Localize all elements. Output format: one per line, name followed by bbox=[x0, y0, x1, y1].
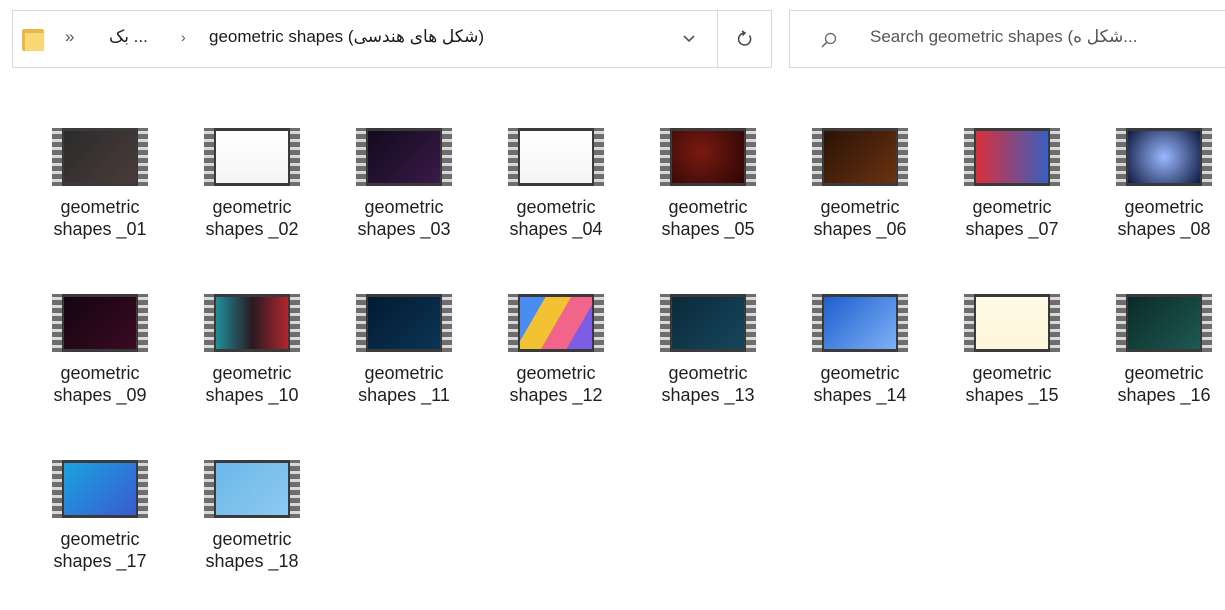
video-thumbnail bbox=[976, 131, 1048, 183]
file-name: geometric shapes _16 bbox=[1117, 363, 1211, 405]
file-item[interactable]: geometric shapes _07 bbox=[957, 128, 1087, 278]
file-item[interactable]: geometric shapes _01 bbox=[45, 128, 175, 278]
video-file-icon bbox=[52, 460, 148, 518]
breadcrumb-current-folder[interactable]: geometric shapes (شکل های هندسی) bbox=[209, 27, 484, 47]
video-thumbnail bbox=[368, 131, 440, 183]
folder-icon bbox=[22, 29, 44, 51]
video-thumbnail bbox=[824, 297, 896, 349]
video-file-icon bbox=[52, 294, 148, 352]
video-file-icon bbox=[508, 294, 604, 352]
file-name: geometric shapes _18 bbox=[205, 529, 299, 571]
video-thumbnail bbox=[672, 297, 744, 349]
video-file-icon bbox=[660, 128, 756, 186]
file-item[interactable]: geometric shapes _14 bbox=[805, 294, 935, 444]
file-item[interactable]: geometric shapes _18 bbox=[197, 460, 327, 610]
file-name: geometric shapes _17 bbox=[53, 529, 147, 571]
video-thumbnail bbox=[216, 463, 288, 515]
video-thumbnail bbox=[216, 297, 288, 349]
chevron-down-icon bbox=[683, 35, 695, 43]
video-file-icon bbox=[812, 294, 908, 352]
video-thumbnail bbox=[1128, 131, 1200, 183]
breadcrumb-separator[interactable]: › bbox=[181, 29, 186, 45]
file-name: geometric shapes _07 bbox=[965, 197, 1059, 239]
file-item[interactable]: geometric shapes _08 bbox=[1109, 128, 1225, 278]
video-file-icon bbox=[356, 294, 452, 352]
video-thumbnail bbox=[64, 131, 136, 183]
video-thumbnail bbox=[1128, 297, 1200, 349]
video-thumbnail bbox=[976, 297, 1048, 349]
file-item[interactable]: geometric shapes _11 bbox=[349, 294, 479, 444]
file-item[interactable]: geometric shapes _04 bbox=[501, 128, 631, 278]
video-file-icon bbox=[660, 294, 756, 352]
address-dropdown-button[interactable] bbox=[661, 11, 717, 67]
search-input[interactable]: Search geometric shapes (شکل ه... bbox=[870, 27, 1137, 47]
file-name: geometric shapes _14 bbox=[813, 363, 907, 405]
refresh-button[interactable] bbox=[717, 11, 772, 67]
video-thumbnail bbox=[64, 297, 136, 349]
video-file-icon bbox=[204, 128, 300, 186]
search-icon bbox=[821, 32, 837, 48]
file-item[interactable]: geometric shapes _10 bbox=[197, 294, 327, 444]
video-file-icon bbox=[964, 128, 1060, 186]
file-name: geometric shapes _15 bbox=[965, 363, 1059, 405]
video-file-icon bbox=[356, 128, 452, 186]
file-name: geometric shapes _01 bbox=[53, 197, 147, 239]
file-name: geometric shapes _05 bbox=[661, 197, 755, 239]
file-name: geometric shapes _08 bbox=[1117, 197, 1211, 239]
file-item[interactable]: geometric shapes _17 bbox=[45, 460, 175, 610]
breadcrumb[interactable]: » ... بک › geometric shapes (شکل های هند… bbox=[13, 11, 661, 67]
address-bar[interactable]: » ... بک › geometric shapes (شکل های هند… bbox=[12, 10, 772, 68]
file-name: geometric shapes _02 bbox=[205, 197, 299, 239]
file-item[interactable]: geometric shapes _06 bbox=[805, 128, 935, 278]
file-item[interactable]: geometric shapes _02 bbox=[197, 128, 327, 278]
video-thumbnail bbox=[672, 131, 744, 183]
video-thumbnail bbox=[64, 463, 136, 515]
video-thumbnail bbox=[368, 297, 440, 349]
video-thumbnail bbox=[520, 297, 592, 349]
video-thumbnail bbox=[824, 131, 896, 183]
file-item[interactable]: geometric shapes _15 bbox=[957, 294, 1087, 444]
video-thumbnail bbox=[520, 131, 592, 183]
video-file-icon bbox=[204, 460, 300, 518]
file-item[interactable]: geometric shapes _09 bbox=[45, 294, 175, 444]
video-thumbnail bbox=[216, 131, 288, 183]
file-name: geometric shapes _12 bbox=[509, 363, 603, 405]
video-file-icon bbox=[964, 294, 1060, 352]
breadcrumb-overflow-button[interactable]: » bbox=[65, 27, 75, 47]
file-item[interactable]: geometric shapes _05 bbox=[653, 128, 783, 278]
video-file-icon bbox=[1116, 128, 1212, 186]
file-name: geometric shapes _13 bbox=[661, 363, 755, 405]
file-item[interactable]: geometric shapes _16 bbox=[1109, 294, 1225, 444]
file-name: geometric shapes _10 bbox=[205, 363, 299, 405]
video-file-icon bbox=[204, 294, 300, 352]
refresh-icon bbox=[737, 30, 752, 46]
file-name: geometric shapes _03 bbox=[357, 197, 451, 239]
video-file-icon bbox=[1116, 294, 1212, 352]
file-item[interactable]: geometric shapes _03 bbox=[349, 128, 479, 278]
file-item[interactable]: geometric shapes _13 bbox=[653, 294, 783, 444]
file-name: geometric shapes _09 bbox=[53, 363, 147, 405]
video-file-icon bbox=[508, 128, 604, 186]
file-name: geometric shapes _06 bbox=[813, 197, 907, 239]
video-file-icon bbox=[52, 128, 148, 186]
breadcrumb-parent[interactable]: ... بک bbox=[109, 27, 148, 47]
file-name: geometric shapes _11 bbox=[358, 363, 450, 405]
video-file-icon bbox=[812, 128, 908, 186]
search-box[interactable]: Search geometric shapes (شکل ه... bbox=[789, 10, 1225, 68]
file-name: geometric shapes _04 bbox=[509, 197, 603, 239]
file-item[interactable]: geometric shapes _12 bbox=[501, 294, 631, 444]
